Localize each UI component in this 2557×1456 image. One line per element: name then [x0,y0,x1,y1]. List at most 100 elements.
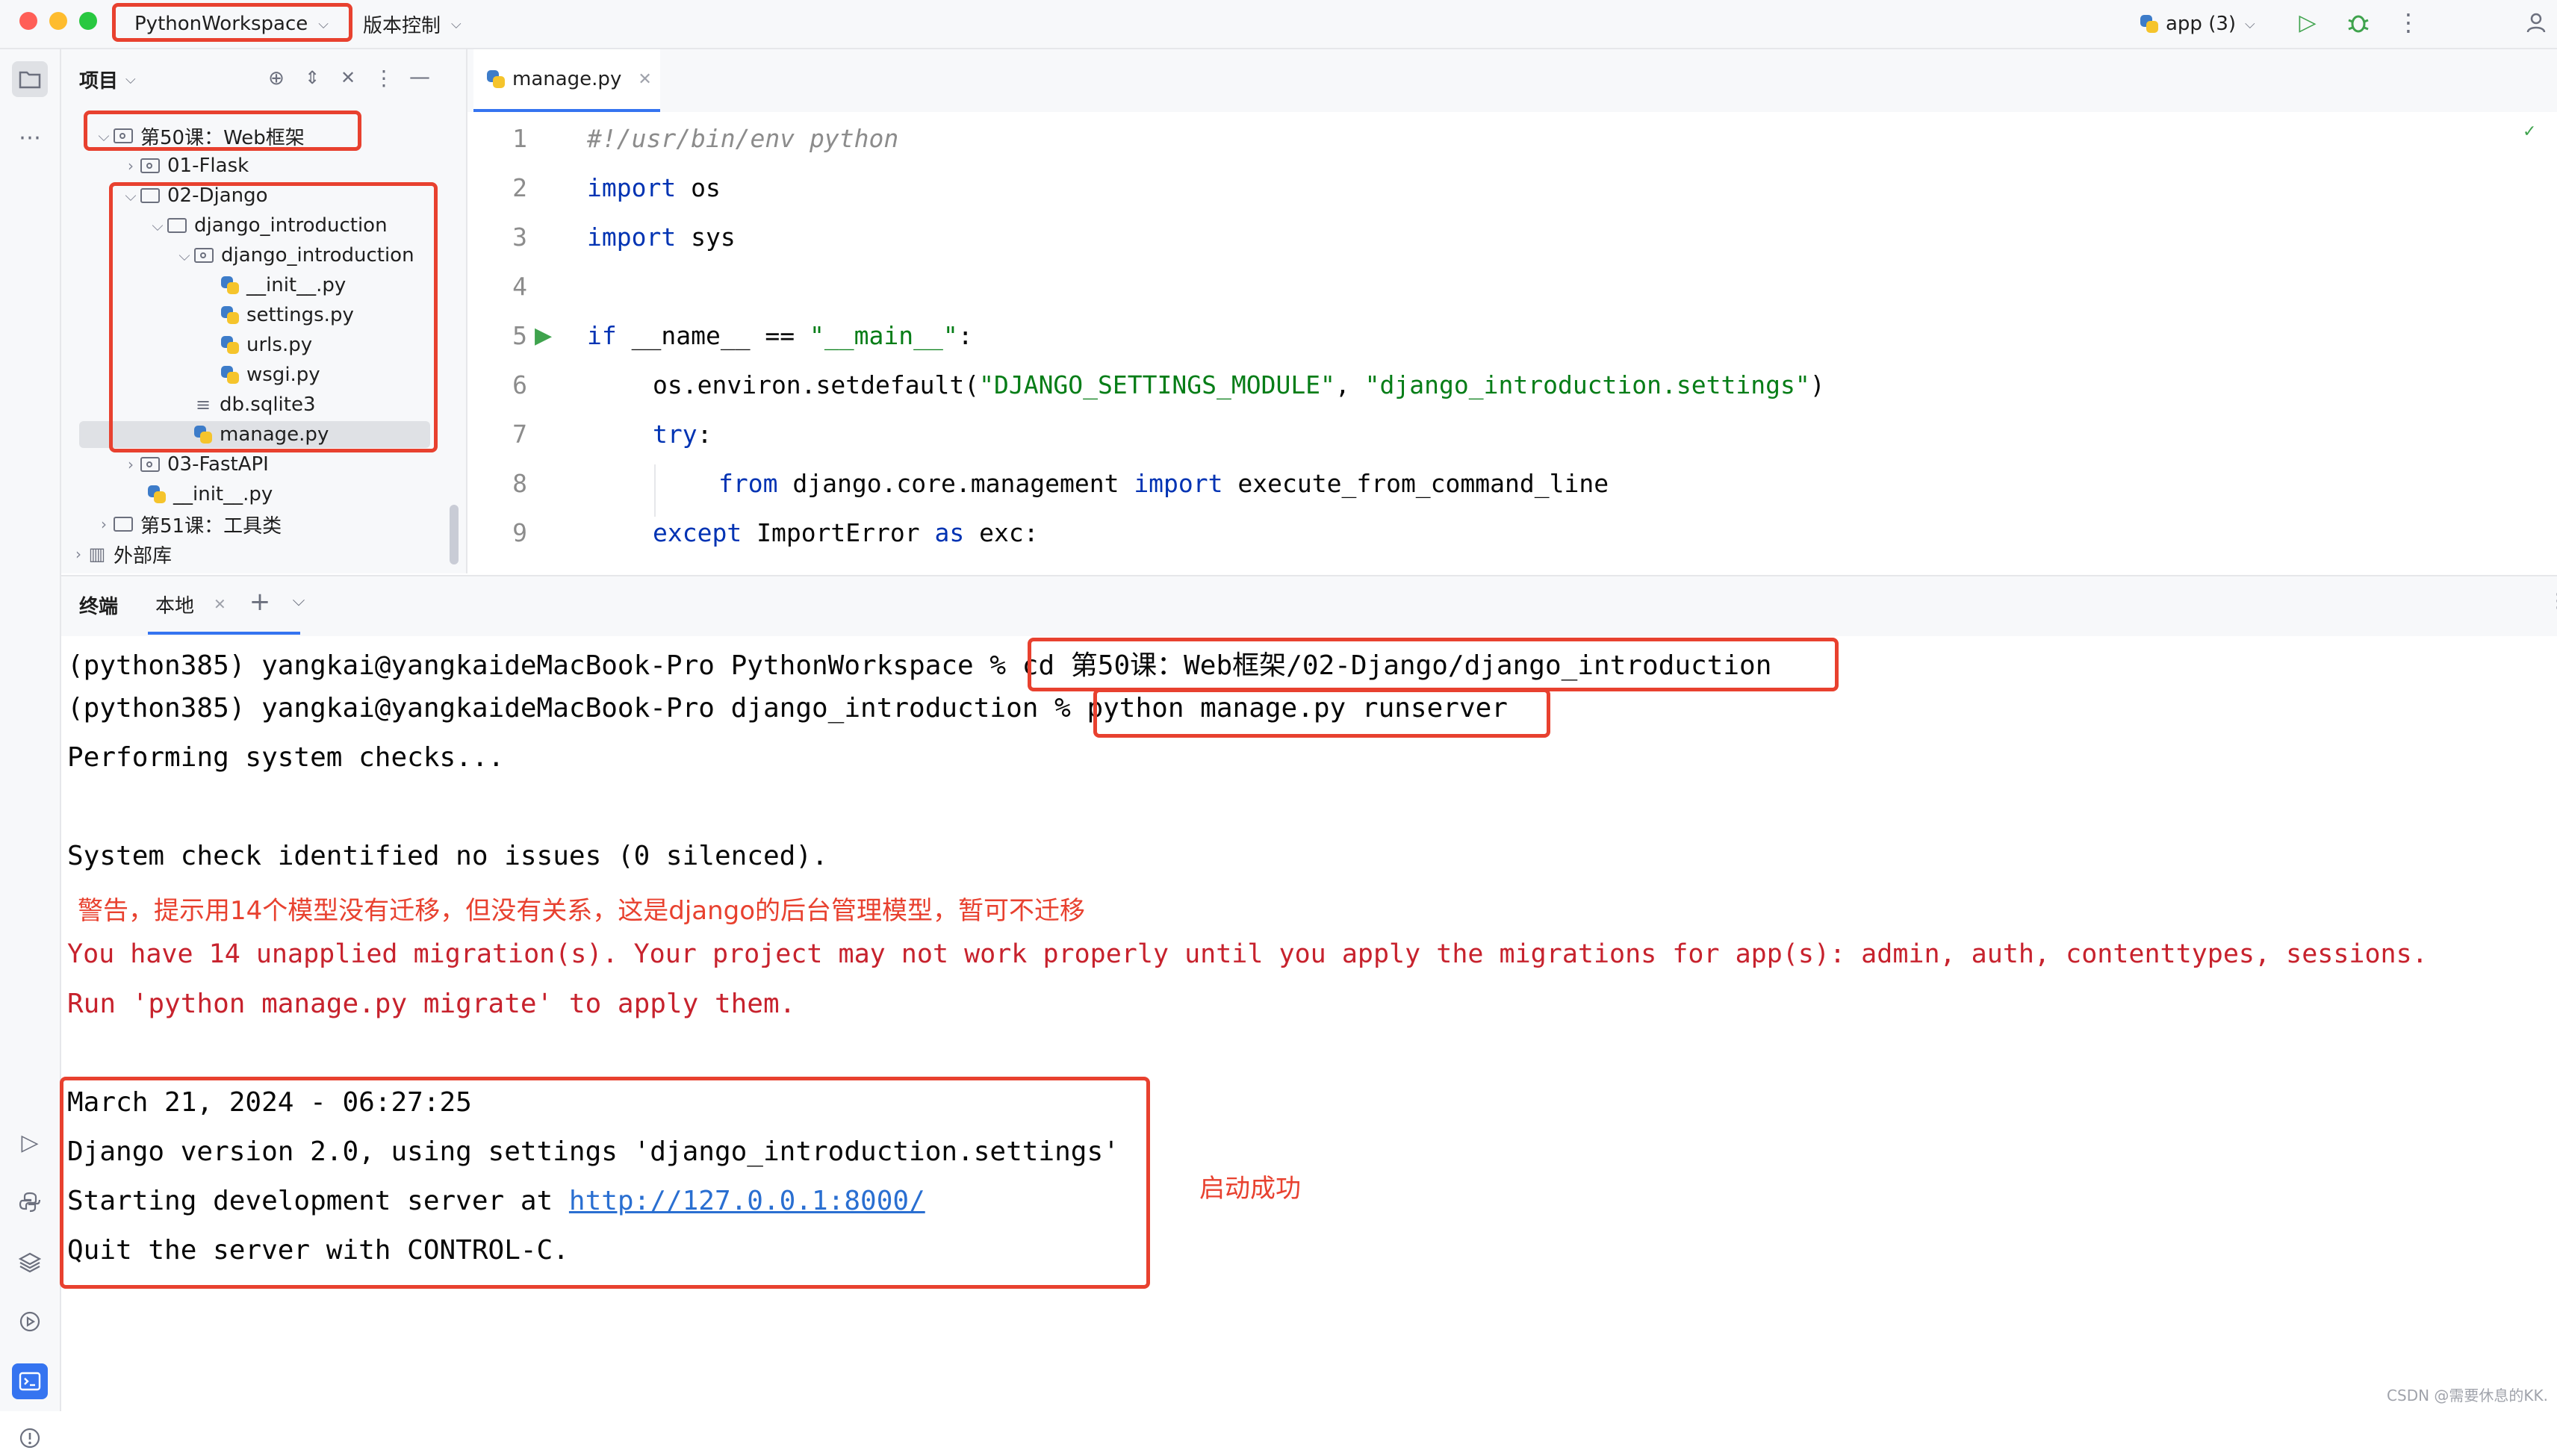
code-token: sys [676,223,736,252]
project-folder-icon[interactable] [12,61,48,97]
code-token: "__main__" [810,321,958,350]
locate-icon[interactable]: ⊕ [264,67,288,91]
python-icon [2140,15,2158,33]
code-token: execute_from_command_line [1222,469,1609,498]
tree-item-external-libraries[interactable]: › ▥ 外部库 [69,539,172,569]
tree-item-root-init-py[interactable]: __init__.py [148,479,273,509]
code-line-1: #!/usr/bin/env python [587,124,899,153]
line-number: 8 [512,469,527,498]
chevron-right-icon[interactable]: › [69,545,88,563]
annotation-warning-note: 警告，提示用14个模型没有迁移，但没有关系，这是django的后台管理模型，暂可… [78,896,1086,926]
close-window-button[interactable] [19,12,37,30]
panel-options-icon[interactable]: ⋮ [373,66,394,90]
editor-tab-label: manage.py [512,68,622,90]
code-editor[interactable]: 1 2 3 4 5 6 7 8 9 ▶ ✓ #!/usr/bin/env pyt… [467,112,2557,573]
annotation-box-cd-command [1028,638,1839,691]
terminal-line-3: Performing system checks... [67,742,505,773]
folder-icon [140,158,160,173]
python-console-icon[interactable] [12,1184,48,1220]
tree-item-label: 外部库 [114,544,173,567]
code-token: os.environ.setdefault( [653,370,980,399]
inspection-ok-icon[interactable]: ✓ [2523,122,2536,141]
package-folder-icon [140,457,160,472]
more-actions-icon[interactable]: ⋮ [2396,6,2420,39]
tree-item-label: __init__.py [173,483,273,505]
tree-item-label: 01-Flask [167,155,249,177]
run-gutter-icon[interactable]: ▶ [535,323,562,349]
tree-item-flask[interactable]: › 01-Flask [121,151,249,181]
python-file-icon [487,70,505,88]
code-line-9: except ImportError as exc: [653,518,1039,547]
new-terminal-tab-icon[interactable]: + [245,587,275,620]
debug-icon[interactable] [2342,6,2375,39]
run-config-label: app (3) [2166,13,2237,35]
title-bar: PythonWorkspace ⌵ 版本控制 ⌵ app (3) ⌵ ▷ ⋮ [0,0,2557,49]
terminal-line-4: System check identified no issues (0 sil… [67,841,828,871]
close-tab-icon[interactable]: ✕ [214,595,226,613]
more-tools-icon[interactable]: ⋯ [12,119,48,155]
terminal-tab-bar: 终端 本地 ✕ + ⌵ ⋮ [61,575,2557,638]
annotation-box-server-output [60,1077,1150,1289]
code-token: : [697,420,712,449]
chevron-down-icon: ⌵ [2245,16,2255,32]
terminal-options-icon[interactable]: ⋮ [2548,590,2557,620]
expand-all-icon[interactable]: ⇕ [300,67,324,91]
terminal-warning-line: Run 'python manage.py migrate' to apply … [67,989,796,1019]
run-icon[interactable]: ▷ [2293,7,2323,37]
vcs-label: 版本控制 [363,14,441,37]
annotation-box-django-tree [109,182,438,452]
code-token: "django_introduction.settings" [1364,370,1810,399]
close-tab-icon[interactable]: ✕ [638,70,651,89]
user-icon[interactable] [2521,7,2551,37]
watermark-text: CSDN @需要休息的KK. [2387,1387,2548,1404]
terminal-output[interactable]: (python385) yangkai@yangkaideMacBook-Pro… [61,636,2557,1411]
layers-icon[interactable] [12,1244,48,1280]
zoom-window-button[interactable] [79,12,97,30]
hide-panel-icon[interactable]: — [408,64,432,89]
tree-item-fastapi[interactable]: › 03-FastAPI [121,449,269,479]
tree-item-label: 03-FastAPI [167,453,269,476]
editor-tab-manage-py[interactable]: manage.py ✕ [473,49,660,112]
line-number: 1 [512,124,527,153]
run-tool-icon[interactable]: ▷ [12,1124,48,1160]
line-number: 7 [512,420,527,449]
code-token: , [1335,370,1365,399]
code-token: if [587,321,617,350]
code-line-5: if __name__ == "__main__": [587,321,973,350]
services-icon[interactable] [12,1304,48,1340]
minimize-window-button[interactable] [49,12,67,30]
terminal-icon[interactable] [12,1363,48,1399]
collapse-all-icon[interactable]: ✕ [336,67,360,91]
annotation-box-runserver-command [1093,688,1550,738]
indent-guide [654,464,656,517]
code-line-8: from django.core.management import execu… [718,469,1609,498]
code-token: exc: [964,518,1039,547]
chevron-right-icon[interactable]: › [121,157,140,175]
line-number: 9 [512,518,527,547]
terminal-title: 终端 [79,596,119,618]
tree-item-lesson51[interactable]: › 第51课：工具类 [94,509,282,539]
tool-window-strip: ⋯ ▷ [0,49,61,1449]
terminal-tab-local[interactable]: 本地 ✕ [148,576,300,635]
code-token: except [653,518,742,547]
tree-item-label: 第51课：工具类 [140,514,282,538]
folder-icon [114,517,133,532]
vcs-menu[interactable]: 版本控制 ⌵ [363,9,462,39]
run-configuration-selector[interactable]: app (3) ⌵ [2140,9,2255,39]
code-line-6: os.environ.setdefault("DJANGO_SETTINGS_M… [653,370,1825,399]
chevron-right-icon[interactable]: › [121,455,140,473]
project-panel-title: 项目 [79,69,119,93]
line-number: 2 [512,173,527,202]
library-icon: ▥ [88,544,106,564]
code-token: import [587,173,677,202]
chevron-down-icon[interactable]: ⌵ [287,591,311,621]
problems-icon[interactable] [12,1420,48,1456]
line-number: 4 [512,272,527,301]
code-token: import [1134,469,1223,498]
chevron-right-icon[interactable]: › [94,515,114,533]
code-token: os [676,173,721,202]
project-panel-header[interactable]: 项目 ⌵ [79,64,136,94]
code-token: import [587,223,677,252]
annotation-success-note: 启动成功 [1199,1174,1301,1204]
project-scrollbar[interactable] [450,505,459,564]
